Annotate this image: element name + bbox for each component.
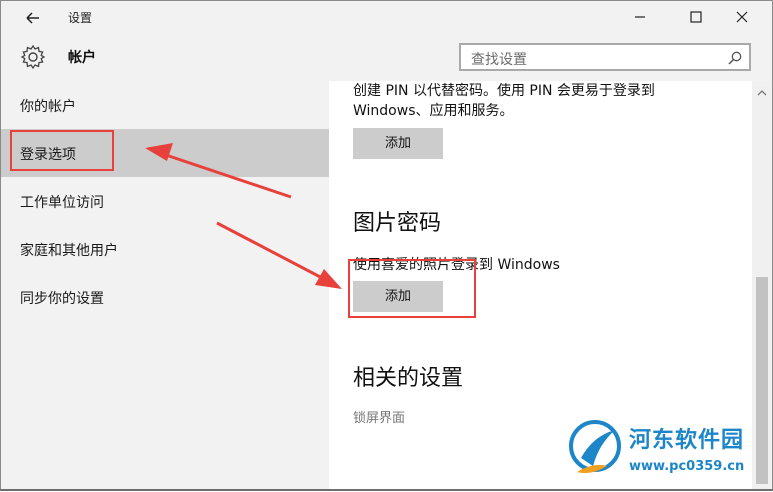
arrow-head-icon	[315, 269, 342, 289]
watermark-url: www.pc0359.cn	[629, 459, 745, 474]
watermark-name: 河东软件园	[629, 428, 745, 453]
settings-window: 设置 帐户 查找设置 你的帐户 登录选项 工作单位访问 家庭和其他用户 同步你的…	[0, 0, 773, 491]
arrow-head-icon	[145, 143, 173, 161]
